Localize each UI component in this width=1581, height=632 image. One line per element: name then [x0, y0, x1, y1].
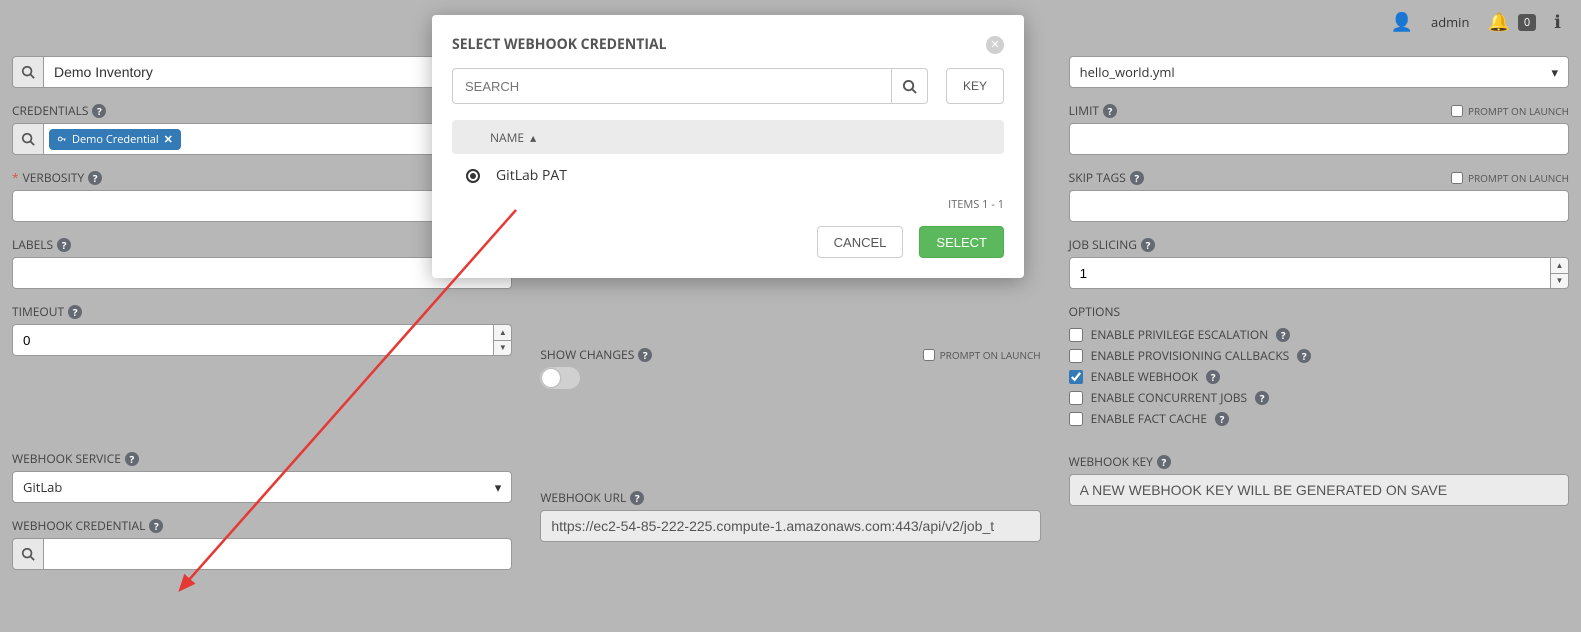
option-row[interactable]: ENABLE CONCURRENT JOBS?: [1069, 389, 1569, 406]
show-changes-label: SHOW CHANGES: [540, 346, 634, 363]
job-slicing-input[interactable]: [1069, 257, 1551, 289]
credentials-label: CREDENTIALS: [12, 102, 88, 119]
chevron-down-icon: ▾: [1551, 63, 1558, 81]
option-checkbox[interactable]: [1069, 370, 1083, 384]
help-icon[interactable]: ?: [92, 104, 106, 118]
bell-icon[interactable]: 🔔: [1487, 10, 1509, 34]
option-row[interactable]: ENABLE FACT CACHE?: [1069, 410, 1569, 427]
credential-chip: Demo Credential ✕: [49, 129, 181, 150]
required-marker: *: [12, 169, 19, 186]
option-label: ENABLE CONCURRENT JOBS: [1091, 389, 1247, 406]
option-row[interactable]: ENABLE PRIVILEGE ESCALATION?: [1069, 326, 1569, 343]
help-icon[interactable]: ?: [1157, 455, 1171, 469]
option-row[interactable]: ENABLE PROVISIONING CALLBACKS?: [1069, 347, 1569, 364]
help-icon[interactable]: ?: [1297, 349, 1311, 363]
help-icon[interactable]: ?: [1255, 391, 1269, 405]
show-changes-toggle[interactable]: [540, 367, 580, 389]
modal-search-input[interactable]: [452, 68, 892, 104]
help-icon[interactable]: ?: [68, 305, 82, 319]
close-icon[interactable]: ✕: [986, 36, 1004, 54]
webhook-url-input[interactable]: [540, 510, 1040, 542]
help-icon[interactable]: ?: [1206, 370, 1220, 384]
option-label: ENABLE WEBHOOK: [1091, 368, 1198, 385]
credentials-search-button[interactable]: [12, 123, 44, 155]
credential-name: GitLab PAT: [496, 166, 567, 185]
items-count: ITEMS 1 - 1: [452, 197, 1004, 212]
help-icon[interactable]: ?: [1276, 328, 1290, 342]
option-label: ENABLE PROVISIONING CALLBACKS: [1091, 347, 1290, 364]
skip-tags-prompt-checkbox[interactable]: [1451, 172, 1463, 184]
help-icon[interactable]: ?: [630, 491, 644, 505]
verbosity-label: VERBOSITY: [23, 169, 85, 186]
option-checkbox[interactable]: [1069, 391, 1083, 405]
modal-title: SELECT WEBHOOK CREDENTIAL: [452, 35, 667, 54]
select-button[interactable]: SELECT: [919, 226, 1004, 258]
credential-chip-remove[interactable]: ✕: [164, 132, 173, 147]
help-icon[interactable]: ?: [149, 519, 163, 533]
help-icon[interactable]: ?: [88, 171, 102, 185]
skip-tags-label: SKIP TAGS: [1069, 169, 1126, 186]
show-changes-prompt-checkbox[interactable]: [923, 349, 935, 361]
search-icon[interactable]: [892, 68, 928, 104]
radio-selected[interactable]: [466, 169, 480, 183]
sort-asc-icon: ▴: [530, 129, 536, 146]
name-column-header[interactable]: NAME: [490, 129, 524, 146]
option-label: ENABLE PRIVILEGE ESCALATION: [1091, 326, 1269, 343]
webhook-credential-label: WEBHOOK CREDENTIAL: [12, 517, 145, 534]
option-checkbox[interactable]: [1069, 328, 1083, 342]
help-icon[interactable]: ?: [1130, 171, 1144, 185]
help-icon[interactable]: ?: [57, 238, 71, 252]
webhook-key-label: WEBHOOK KEY: [1069, 453, 1153, 470]
job-slicing-label: JOB SLICING: [1069, 236, 1137, 253]
list-item[interactable]: GitLab PAT: [452, 154, 1004, 197]
inventory-search-button[interactable]: [12, 56, 44, 88]
timeout-input[interactable]: [12, 324, 494, 356]
table-header: NAME ▴: [452, 120, 1004, 154]
help-icon[interactable]: ?: [125, 452, 139, 466]
webhook-key-input[interactable]: [1069, 474, 1569, 506]
select-webhook-credential-modal: SELECT WEBHOOK CREDENTIAL ✕ KEY NAME ▴ G…: [432, 15, 1024, 278]
option-label: ENABLE FACT CACHE: [1091, 410, 1207, 427]
key-button[interactable]: KEY: [946, 68, 1004, 104]
user-icon: 👤: [1391, 10, 1413, 34]
playbook-select[interactable]: hello_world.yml ▾: [1069, 56, 1569, 88]
webhook-credential-input[interactable]: [44, 538, 512, 570]
job-slicing-spinner[interactable]: ▲▼: [1551, 257, 1569, 289]
options-label: OPTIONS: [1069, 303, 1120, 320]
option-checkbox[interactable]: [1069, 412, 1083, 426]
labels-label: LABELS: [12, 236, 53, 253]
option-row[interactable]: ENABLE WEBHOOK?: [1069, 368, 1569, 385]
limit-label: LIMIT: [1069, 102, 1099, 119]
limit-input[interactable]: [1069, 123, 1569, 155]
help-icon[interactable]: ?: [638, 348, 652, 362]
help-icon[interactable]: ?: [1141, 238, 1155, 252]
info-icon[interactable]: ℹ: [1554, 10, 1561, 34]
option-checkbox[interactable]: [1069, 349, 1083, 363]
chevron-down-icon: ▾: [495, 478, 502, 496]
username[interactable]: admin: [1431, 13, 1469, 31]
help-icon[interactable]: ?: [1215, 412, 1229, 426]
skip-tags-input[interactable]: [1069, 190, 1569, 222]
help-icon[interactable]: ?: [1103, 104, 1117, 118]
notification-badge[interactable]: 0: [1518, 14, 1536, 31]
webhook-service-label: WEBHOOK SERVICE: [12, 450, 121, 467]
timeout-label: TIMEOUT: [12, 303, 64, 320]
timeout-spinner[interactable]: ▲▼: [494, 324, 512, 356]
webhook-credential-search-button[interactable]: [12, 538, 44, 570]
limit-prompt-checkbox[interactable]: [1451, 105, 1463, 117]
webhook-url-label: WEBHOOK URL: [540, 489, 626, 506]
webhook-service-select[interactable]: GitLab ▾: [12, 471, 512, 503]
cancel-button[interactable]: CANCEL: [817, 226, 904, 258]
